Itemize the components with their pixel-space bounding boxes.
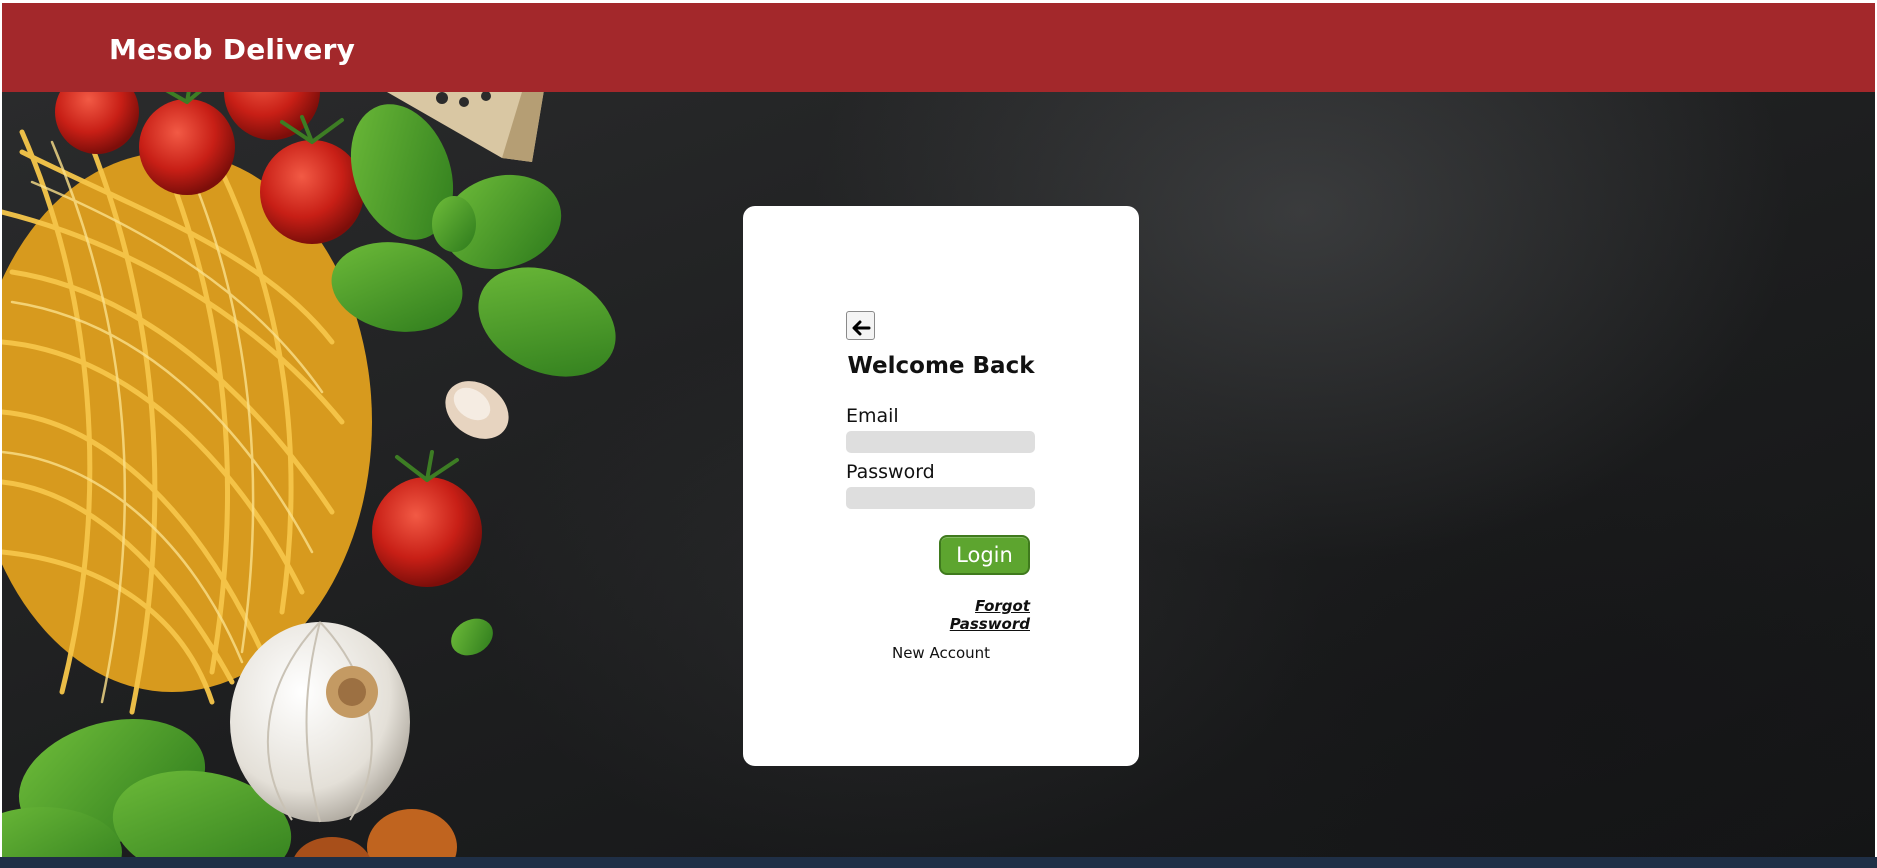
garlic-clove <box>445 381 509 439</box>
email-field[interactable] <box>846 431 1035 453</box>
garlic-bulb <box>230 621 410 823</box>
window-bottom-edge <box>0 857 1877 868</box>
login-card: Welcome Back Email Password Login Forgot… <box>743 206 1139 766</box>
password-label: Password <box>846 461 935 483</box>
password-field[interactable] <box>846 487 1035 509</box>
food-ingredients-illustration <box>2 92 616 865</box>
forgot-password-link[interactable]: Forgot Password <box>906 597 1030 633</box>
top-header-bar: Mesob Delivery <box>2 3 1875 92</box>
email-label: Email <box>846 405 899 427</box>
app-window: Mesob Delivery Welcome Back Email Passwo… <box>2 3 1875 865</box>
arrow-left-icon <box>852 320 870 335</box>
welcome-title: Welcome Back <box>847 353 1035 379</box>
login-button[interactable]: Login <box>939 535 1030 575</box>
new-account-link[interactable]: New Account <box>743 644 1139 662</box>
back-button[interactable] <box>846 311 875 340</box>
brand-logo-text[interactable]: Mesob Delivery <box>109 33 355 66</box>
